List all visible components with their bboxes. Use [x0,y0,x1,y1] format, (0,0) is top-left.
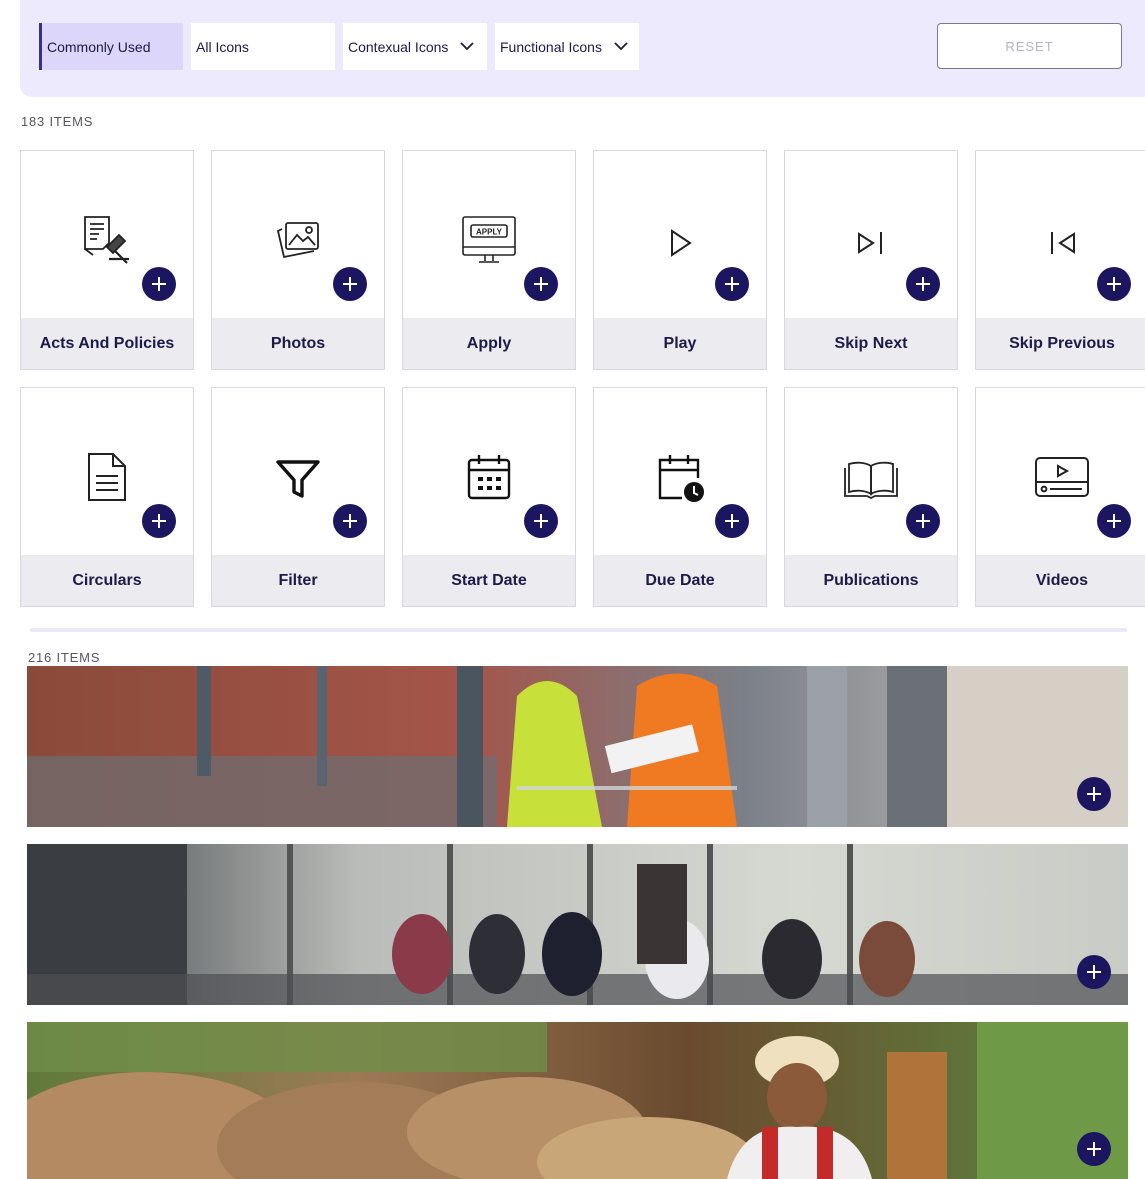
icon-card-circulars[interactable]: Circulars [20,387,194,607]
icon-card-publications[interactable]: Publications [784,387,958,607]
card-label: Acts And Policies [21,318,193,369]
add-button[interactable] [1097,267,1131,301]
icon-card-videos[interactable]: Videos [975,387,1145,607]
apply-icon-text: APPLY [476,228,503,237]
tab-all-icons[interactable]: All Icons [191,23,335,70]
open-book-icon [844,461,898,500]
icon-card-skip-previous[interactable]: Skip Previous [975,150,1145,370]
farmer-with-grain-sacks-image [27,1022,1128,1179]
plus-icon [916,277,930,291]
icon-card-apply[interactable]: APPLY Apply [402,150,576,370]
play-icon [671,229,692,257]
add-button[interactable] [715,267,749,301]
add-button[interactable] [906,267,940,301]
plus-icon [1107,277,1121,291]
plus-icon [1087,787,1101,801]
card-label: Play [594,318,766,369]
image-card-construction-workers[interactable] [27,666,1128,827]
icon-card-start-date[interactable]: Start Date [402,387,576,607]
icon-card-photos[interactable]: Photos [211,150,385,370]
plus-icon [725,277,739,291]
plus-icon [152,277,166,291]
icon-card-play[interactable]: Play [593,150,767,370]
chevron-down-icon [460,42,475,51]
icon-card-filter[interactable]: Filter [211,387,385,607]
plus-icon [534,514,548,528]
card-label: Photos [212,318,384,369]
tab-commonly-used[interactable]: Commonly Used [39,23,183,70]
card-label: Start Date [403,555,575,606]
card-label: Publications [785,555,957,606]
skip-next-icon [858,232,882,254]
add-button[interactable] [524,267,558,301]
document-icon [88,453,126,501]
image-card-farmer-with-grain-sacks[interactable] [27,1022,1128,1179]
chevron-down-icon [614,42,628,51]
tab-label: Contexual Icons [348,38,449,55]
icon-card-due-date[interactable]: Due Date [593,387,767,607]
meeting-room-image [27,844,1128,1005]
add-button[interactable] [1077,777,1111,811]
add-button[interactable] [333,504,367,538]
skip-previous-icon [1051,232,1075,254]
calendar-icon [467,455,511,500]
plus-icon [1087,1142,1101,1156]
icon-card-acts-and-policies[interactable]: Acts And Policies [20,150,194,370]
plus-icon [152,514,166,528]
icons-count-label: 183 ITEMS [21,114,94,129]
filter-icon [276,460,320,498]
add-button[interactable] [142,267,176,301]
add-button[interactable] [333,267,367,301]
plus-icon [343,514,357,528]
add-button[interactable] [1097,504,1131,538]
tab-label: Commonly Used [47,38,151,55]
calendar-clock-icon [658,455,704,502]
card-label: Circulars [21,555,193,606]
add-button[interactable] [715,504,749,538]
card-label: Due Date [594,555,766,606]
filter-bar: Commonly Used All Icons Contexual Icons … [20,0,1145,97]
card-label: Videos [976,555,1145,606]
construction-workers-image [27,666,1128,827]
tab-contexual-icons[interactable]: Contexual Icons [343,23,487,70]
plus-icon [534,277,548,291]
card-label: Skip Previous [976,318,1145,369]
plus-icon [1087,965,1101,979]
image-card-meeting-room[interactable] [27,844,1128,1005]
card-label: Skip Next [785,318,957,369]
plus-icon [916,514,930,528]
plus-icon [343,277,357,291]
video-player-icon [1035,457,1089,497]
images-count-label: 216 ITEMS [28,650,101,665]
card-label: Filter [212,555,384,606]
add-button[interactable] [1077,1132,1111,1166]
tab-label: All Icons [196,38,249,55]
tab-label: Functional Icons [500,38,602,55]
card-label: Apply [403,318,575,369]
acts-and-policies-icon [84,216,129,264]
add-button[interactable] [524,504,558,538]
add-button[interactable] [906,504,940,538]
plus-icon [1107,514,1121,528]
section-divider [30,628,1127,632]
icon-card-skip-next[interactable]: Skip Next [784,150,958,370]
tab-functional-icons[interactable]: Functional Icons [495,23,639,70]
add-button[interactable] [142,504,176,538]
plus-icon [725,514,739,528]
reset-button[interactable]: RESET [937,23,1122,69]
apply-monitor-icon: APPLY [462,216,516,263]
add-button[interactable] [1077,955,1111,989]
photos-icon [276,222,319,259]
